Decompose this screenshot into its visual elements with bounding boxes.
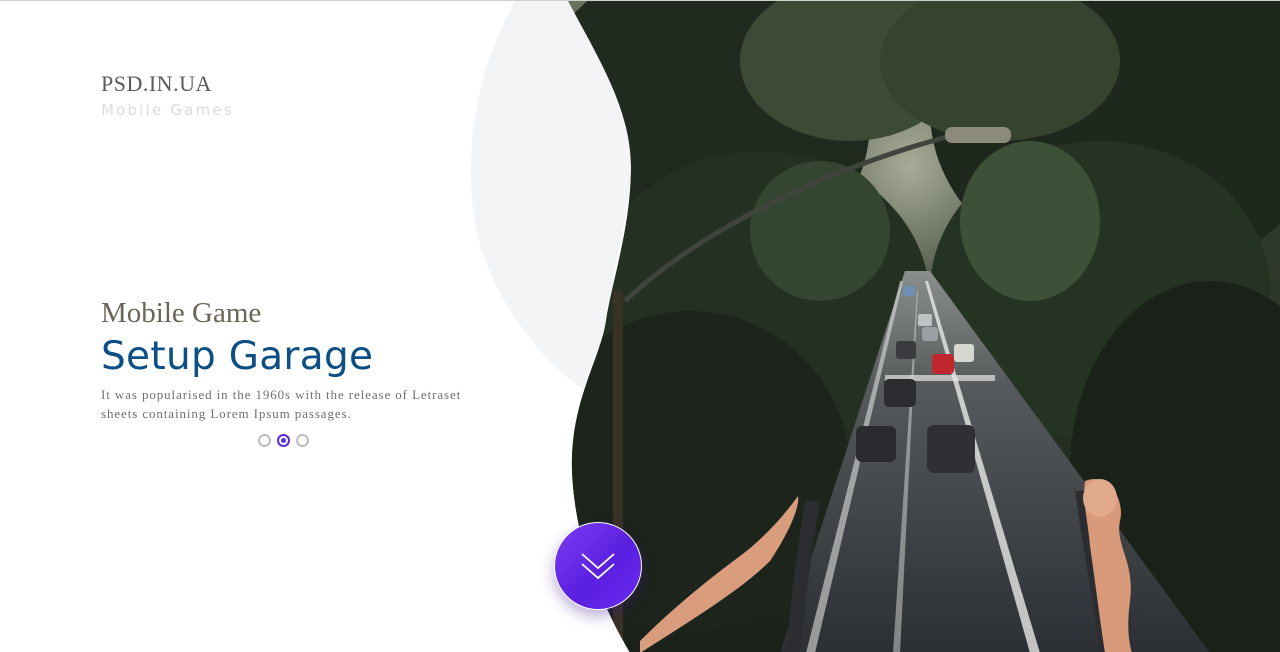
hero-description: It was popularised in the 1960s with the… (101, 385, 501, 423)
brand: PSD.IN.UA Mobile Games (101, 71, 234, 119)
slider-dot-2[interactable] (277, 434, 290, 447)
slider-dot-3[interactable] (296, 434, 309, 447)
brand-title[interactable]: PSD.IN.UA (101, 71, 234, 97)
slider-dots (258, 434, 309, 447)
scroll-down-button[interactable] (554, 522, 642, 610)
hero-text: Mobile Game Setup Garage It was populari… (101, 295, 501, 423)
hero-kicker: Mobile Game (101, 297, 262, 329)
slider-dot-1[interactable] (258, 434, 271, 447)
brand-subtitle: Mobile Games (101, 101, 234, 119)
hero-description-line-1: It was popularised in the 1960s with the… (101, 387, 462, 402)
landing-page: PSD.IN.UA Mobile Games Mobile Game Setup… (0, 0, 1280, 652)
hero-description-line-2: sheets containing Lorem Ipsum passages. (101, 406, 352, 421)
double-chevron-down-icon (581, 553, 615, 580)
hero-title: Setup Garage (101, 334, 374, 379)
